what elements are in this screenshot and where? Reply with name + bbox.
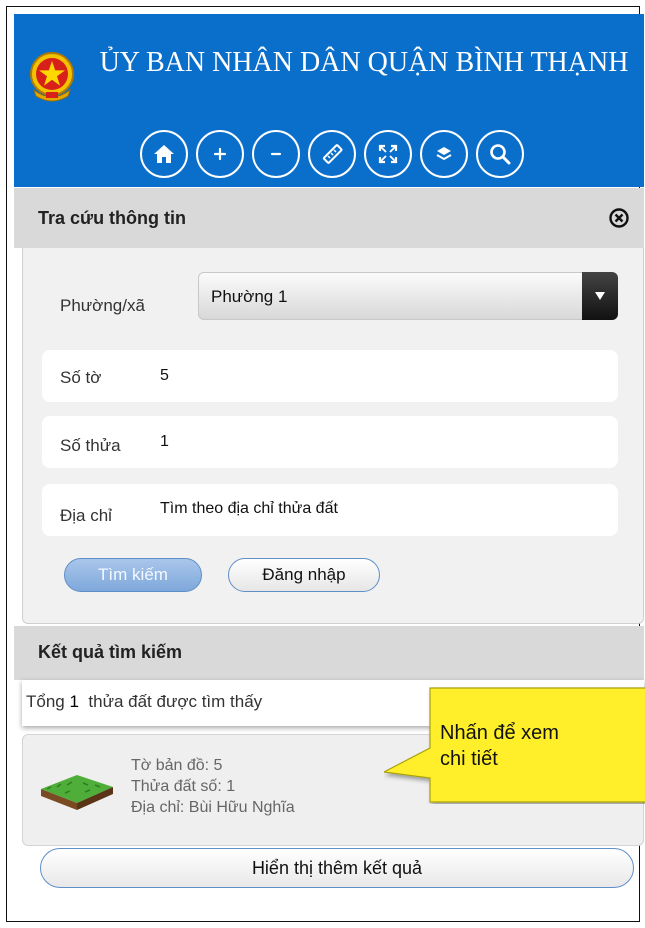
count-number: 1: [69, 692, 79, 711]
ruler-icon: [322, 144, 343, 164]
fullscreen-icon: [378, 144, 398, 164]
parcel-number-input[interactable]: 1: [160, 433, 169, 451]
sheet-number-label: Số tờ: [60, 368, 102, 387]
result-details: Tờ bản đồ: 5 Thửa đất số: 1 Địa chỉ: Bùi…: [131, 755, 295, 818]
app-header: ỦY BAN NHÂN DÂN QUẬN BÌNH THẠNH: [14, 14, 644, 187]
login-button[interactable]: Đăng nhập: [228, 558, 380, 592]
search-panel-header: Tra cứu thông tin: [14, 188, 644, 248]
count-prefix: Tổng: [26, 692, 70, 711]
show-more-button[interactable]: Hiển thị thêm kết quả: [40, 848, 634, 888]
result-address: Địa chỉ: Bùi Hữu Nghĩa: [131, 799, 295, 816]
ward-field: Phường/xã: [42, 272, 202, 324]
search-icon: [490, 144, 511, 165]
zoom-out-button[interactable]: [252, 130, 300, 178]
parcel-number-label: Số thửa: [60, 436, 121, 455]
sheet-number-field[interactable]: Số tờ 5: [42, 350, 618, 402]
search-panel-title: Tra cứu thông tin: [38, 208, 187, 228]
map-toolbar: [140, 130, 524, 182]
tooltip-text: Nhấn để xem chi tiết: [440, 720, 559, 772]
tooltip-line1: Nhấn để xem: [440, 722, 559, 744]
zoom-in-icon: [213, 147, 227, 161]
land-parcel-icon: [41, 775, 113, 810]
full-extent-button[interactable]: [364, 130, 412, 178]
layers-icon: [436, 147, 452, 161]
ward-label: Phường/xã: [60, 296, 145, 315]
address-field[interactable]: Địa chỉ Tìm theo địa chỉ thửa đất: [42, 484, 618, 536]
results-title: Kết quả tìm kiếm: [38, 642, 183, 662]
close-icon[interactable]: [608, 207, 630, 229]
measure-button[interactable]: [308, 130, 356, 178]
result-parcel: Thửa đất số: 1: [131, 778, 236, 795]
home-button[interactable]: [140, 130, 188, 178]
result-sheet: Tờ bản đồ: 5: [131, 757, 223, 774]
layers-button[interactable]: [420, 130, 468, 178]
search-button[interactable]: [476, 130, 524, 178]
results-header: Kết quả tìm kiếm: [14, 626, 644, 680]
agency-title: ỦY BAN NHÂN DÂN QUẬN BÌNH THẠNH: [99, 47, 629, 78]
zoom-out-icon: [270, 152, 282, 156]
sheet-number-input[interactable]: 5: [160, 367, 169, 385]
address-label: Địa chỉ: [60, 506, 112, 525]
results-count: Tổng 1 thửa đất được tìm thấy: [26, 692, 262, 712]
national-emblem-icon: [30, 52, 74, 102]
count-suffix: thửa đất được tìm thấy: [78, 692, 263, 711]
home-icon: [154, 145, 174, 163]
ward-select[interactable]: Phường 1: [198, 272, 618, 320]
chevron-down-icon: [595, 292, 605, 300]
search-submit-button[interactable]: Tìm kiếm: [64, 558, 202, 592]
ward-select-value: Phường 1: [211, 287, 288, 306]
parcel-number-field[interactable]: Số thửa 1: [42, 416, 618, 468]
address-input[interactable]: Tìm theo địa chỉ thửa đất: [160, 500, 338, 518]
zoom-in-button[interactable]: [196, 130, 244, 178]
tooltip-line2: chi tiết: [440, 748, 498, 770]
dropdown-arrow: [582, 272, 618, 320]
